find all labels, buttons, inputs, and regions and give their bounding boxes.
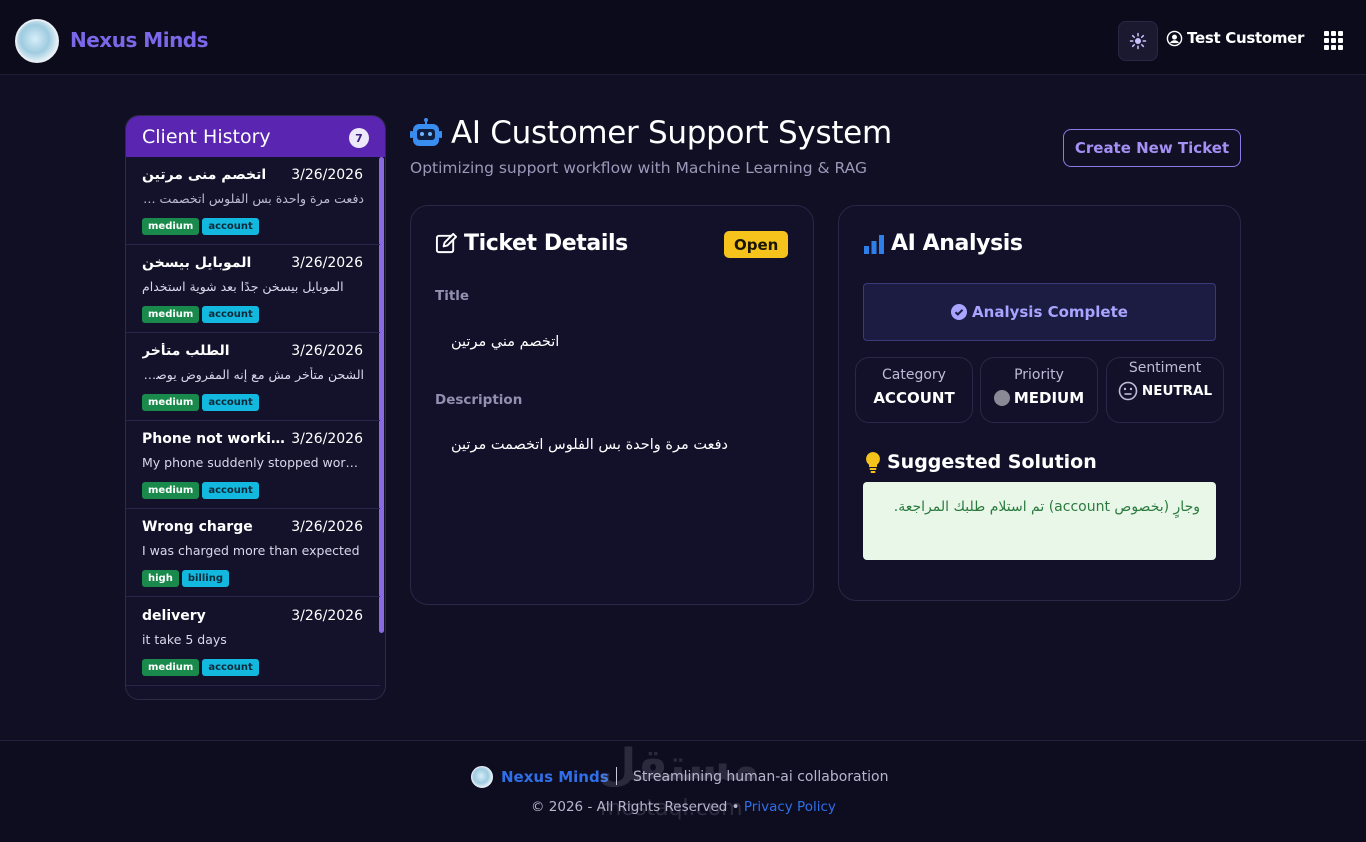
priority-tag: medium <box>142 306 200 323</box>
history-item-title: الموبايل بيسخن <box>142 255 252 271</box>
suggested-solution-heading: Suggested Solution <box>863 451 1097 473</box>
ai-analysis-card: AI Analysis Analysis Complete Category A… <box>838 205 1241 601</box>
history-count-badge: 7 <box>349 128 369 148</box>
ticket-details-heading: Ticket Details <box>435 231 628 256</box>
category-tag: account <box>202 306 259 323</box>
description-value: دفعت مرة واحدة بس الفلوس اتخصمت مرتين <box>451 437 728 453</box>
title-label: Title <box>435 288 470 304</box>
history-item[interactable]: delivery 3/26/2026 it take 5 days medium… <box>126 598 380 686</box>
analysis-status-text: Analysis Complete <box>972 303 1128 321</box>
title-value: اتخصم مني مرتين <box>451 334 560 350</box>
suggested-solution-text: وجارٍ (بخصوص account) تم استلام طلبك الم… <box>863 482 1216 560</box>
ticket-details-card: Ticket Details Open Title اتخصم مني مرتي… <box>410 205 814 605</box>
client-history-title: Client History <box>126 116 385 157</box>
history-item-title: الطلب متأخر <box>142 343 230 359</box>
priority-tag: medium <box>142 218 200 235</box>
bar-chart-icon <box>864 234 884 254</box>
footer-brand[interactable]: Nexus Minds <box>501 768 609 786</box>
analysis-status: Analysis Complete <box>863 283 1216 341</box>
history-item-date: 3/26/2026 <box>291 608 363 624</box>
sun-icon <box>1129 32 1147 50</box>
description-label: Description <box>435 392 523 408</box>
history-item-date: 3/26/2026 <box>291 167 363 183</box>
brand-name[interactable]: Nexus Minds <box>70 28 209 52</box>
sentiment-metric: Sentiment NEUTRAL <box>1106 357 1224 423</box>
watermark-latin: mostaql.com <box>600 796 743 821</box>
priority-tag: medium <box>142 659 200 676</box>
history-item-desc: My phone suddenly stopped working <box>142 455 364 470</box>
priority-tag: medium <box>142 482 200 499</box>
priority-metric: Priority MEDIUM <box>980 357 1098 423</box>
history-item-date: 3/26/2026 <box>291 431 363 447</box>
category-label: Category <box>882 367 946 383</box>
footer-logo <box>471 766 493 788</box>
history-item-desc: الموبايل بيسخن جدًا بعد شوية استخدام <box>142 279 344 294</box>
check-circle-icon <box>951 304 968 320</box>
theme-toggle-button[interactable] <box>1118 21 1158 61</box>
history-item-title: اتخصم منى مرتين <box>142 167 267 183</box>
history-item[interactable]: Phone not working 3/26/2026 My phone sud… <box>126 421 380 509</box>
history-item-desc: it take 5 days <box>142 632 227 647</box>
status-badge: Open <box>724 231 789 258</box>
history-item-date: 3/26/2026 <box>291 255 363 271</box>
priority-value: MEDIUM <box>1013 389 1085 407</box>
history-item-title: delivery <box>142 608 206 624</box>
history-item-desc: I was charged more than expected <box>142 543 360 558</box>
category-metric: Category ACCOUNT <box>855 357 973 423</box>
history-item[interactable]: الموبايل بيسخن 3/26/2026 الموبايل بيسخن … <box>126 245 380 333</box>
history-item-desc: دفعت مرة واحدة بس الفلوس اتخصمت مرتين <box>142 191 364 206</box>
ticket-details-title: Ticket Details <box>464 231 628 256</box>
page-subtitle: Optimizing support workflow with Machine… <box>410 159 867 177</box>
sentiment-label: Sentiment <box>1128 360 1202 376</box>
top-navbar: Nexus Minds Test Customer <box>0 0 1366 75</box>
category-value: ACCOUNT <box>873 389 955 407</box>
priority-tag: high <box>142 570 179 587</box>
history-item-date: 3/26/2026 <box>291 343 363 359</box>
category-tag: account <box>202 659 259 676</box>
category-tag: account <box>202 218 259 235</box>
history-item-title: Wrong charge <box>142 519 253 535</box>
neutral-face-icon <box>1118 381 1138 401</box>
history-item-desc: الشحن متأخر مش مع إنه المفروض يوصل من يو… <box>142 367 364 382</box>
edit-icon <box>435 232 458 254</box>
suggested-solution-title: Suggested Solution <box>887 451 1097 473</box>
priority-label: Priority <box>1014 367 1064 383</box>
brand-logo[interactable] <box>15 19 59 63</box>
category-tag: account <box>202 394 259 411</box>
privacy-policy-link[interactable]: Privacy Policy <box>744 799 836 815</box>
client-history-panel: Client History 7 اتخصم منى مرتين 3/26/20… <box>125 115 386 700</box>
robot-icon <box>410 118 442 146</box>
ai-analysis-heading: AI Analysis <box>863 231 1023 256</box>
priority-tag: medium <box>142 394 200 411</box>
history-item[interactable]: اتخصم منى مرتين 3/26/2026 دفعت مرة واحدة… <box>126 157 380 245</box>
priority-dot-icon <box>993 390 1010 406</box>
page-title: AI Customer Support System <box>451 115 892 151</box>
watermark: مستقل <box>598 740 759 791</box>
history-item-date: 3/26/2026 <box>291 519 363 535</box>
history-item[interactable]: الطلب متأخر 3/26/2026 الشحن متأخر مش مع … <box>126 333 380 421</box>
category-tag: billing <box>181 570 229 587</box>
apps-grid-icon[interactable] <box>1324 31 1343 50</box>
ai-analysis-title: AI Analysis <box>891 231 1023 256</box>
history-item[interactable]: Wrong charge 3/26/2026 I was charged mor… <box>126 509 380 597</box>
create-ticket-button[interactable]: Create New Ticket <box>1063 129 1241 167</box>
sentiment-value: NEUTRAL <box>1141 383 1213 399</box>
user-circle-icon <box>1166 30 1183 46</box>
user-name: Test Customer <box>1187 29 1305 47</box>
lightbulb-icon <box>866 452 880 473</box>
category-tag: account <box>202 482 259 499</box>
user-menu[interactable]: Test Customer <box>1166 29 1304 47</box>
history-item-title: Phone not working <box>142 431 290 447</box>
